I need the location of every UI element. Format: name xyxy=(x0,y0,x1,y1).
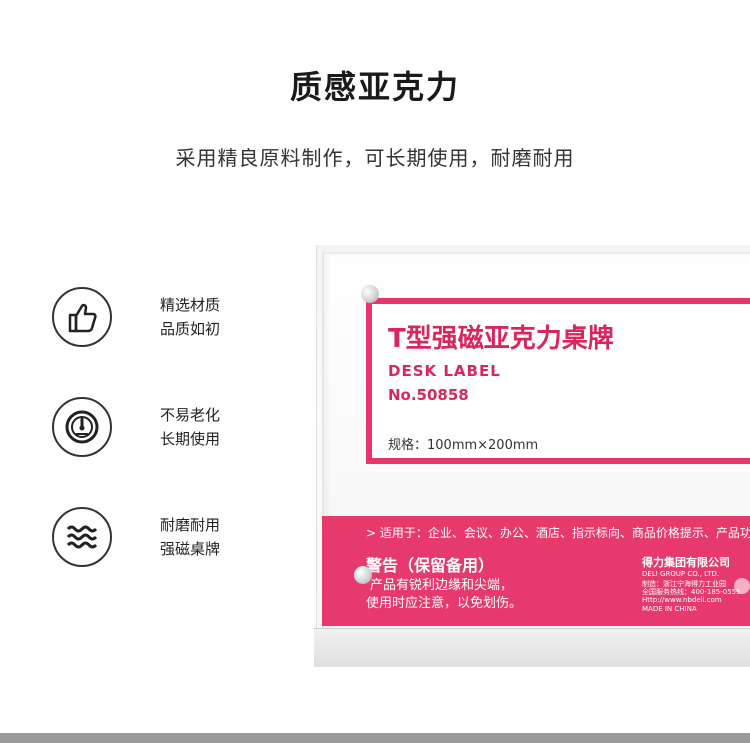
gauge-icon xyxy=(52,397,112,457)
feature-line1: 不易老化 xyxy=(160,406,221,424)
product-english: DESK LABEL xyxy=(388,362,501,380)
thumbs-up-icon xyxy=(52,287,112,347)
magnet-pin-bottom xyxy=(354,566,372,584)
company-website: Http://www.nbdeli.com xyxy=(642,596,722,604)
feature-text: 精选材质 品质如初 xyxy=(160,293,220,341)
feature-text: 不易老化 长期使用 xyxy=(160,403,220,451)
feature-line2: 长期使用 xyxy=(160,430,221,448)
product-name: T型强磁亚克力桌牌 xyxy=(388,324,614,354)
product-model: No.50858 xyxy=(388,386,469,404)
feature-wear-resistant: 耐磨耐用 强磁桌牌 xyxy=(52,507,272,571)
company-en: DELI GROUP CO., LTD. xyxy=(642,570,719,578)
company-name: 得力集团有限公司 xyxy=(642,556,730,569)
feature-line2: 强磁桌牌 xyxy=(160,540,221,558)
bottom-strip xyxy=(0,733,750,743)
product-spec: 规格：100mm×200mm xyxy=(388,438,539,453)
feature-durability: 不易老化 长期使用 xyxy=(52,397,272,461)
feature-line2: 品质如初 xyxy=(160,320,221,338)
origin-label: MADE IN CHINA xyxy=(642,605,697,613)
waves-icon xyxy=(52,507,112,567)
feature-line1: 精选材质 xyxy=(160,296,221,314)
recycle-icon xyxy=(734,578,750,594)
product-info-band: > 适用于：企业、会议、办公、酒店、指示标向、商品价格提示、产品功能 警告（保留… xyxy=(322,516,750,626)
stand-base xyxy=(314,628,750,667)
warning-line1: 产品有锐利边缘和尖端， xyxy=(370,578,514,593)
product-label-card: T型强磁亚克力桌牌 DESK LABEL No.50858 规格：100mm×2… xyxy=(366,298,750,464)
magnet-pin-top xyxy=(361,285,379,303)
usage-text: > 适用于：企业、会议、办公、酒店、指示标向、商品价格提示、产品功能 xyxy=(366,526,750,540)
feature-text: 耐磨耐用 强磁桌牌 xyxy=(160,513,220,561)
page-title: 质感亚克力 xyxy=(289,68,460,106)
feature-line1: 耐磨耐用 xyxy=(160,516,221,534)
warning-title: 警告（保留备用） xyxy=(366,556,495,575)
warning-line2: 使用时应注意，以免划伤。 xyxy=(366,596,523,611)
page-subtitle: 采用精良原料制作，可长期使用，耐磨耐用 xyxy=(175,146,575,170)
feature-quality: 精选材质 品质如初 xyxy=(52,287,272,351)
